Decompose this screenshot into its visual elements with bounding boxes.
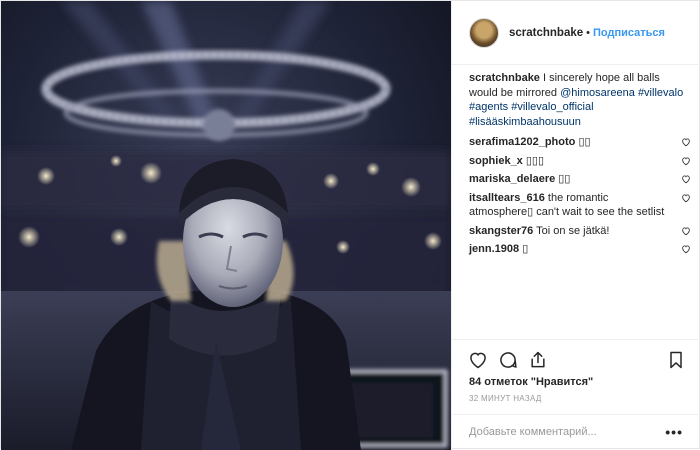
follow-button[interactable]: Подписаться [593, 27, 665, 39]
caption-tag[interactable]: #lisääskimbaahousuun [469, 116, 581, 128]
post-timestamp[interactable]: 32 минут назад [469, 394, 542, 403]
comment-item: jenn.1908 ▯ [469, 242, 691, 257]
comment-text: ▯▯▯ [525, 154, 545, 167]
comment-username[interactable]: serafima1202_photo [469, 136, 575, 148]
post-side-panel: scratchnbake • Подписаться scratchnbake … [451, 1, 700, 450]
caption: scratchnbake I sincerely hope all balls … [469, 71, 691, 129]
action-bar [452, 339, 700, 379]
comment-icon[interactable] [498, 350, 518, 370]
caption-tag[interactable]: #villevalo_official [511, 101, 593, 113]
caption-mention[interactable]: @himosareena [560, 87, 635, 99]
heart-icon[interactable] [681, 137, 691, 147]
comment-text: ▯ [522, 243, 529, 255]
caption-tag[interactable]: #agents [469, 101, 508, 113]
comment-username[interactable]: jenn.1908 [469, 243, 519, 255]
comment-item: mariska_delaere ▯▯ [469, 172, 691, 187]
bookmark-icon[interactable] [666, 350, 686, 370]
heart-icon[interactable] [681, 174, 691, 184]
comment-username[interactable]: itsalltears_616 [469, 192, 545, 204]
comment-item: sophiek_x ▯▯▯ [469, 154, 691, 169]
comment-text: ▯▯ [578, 136, 591, 148]
comments-list: scratchnbake I sincerely hope all balls … [469, 71, 691, 261]
likes-count[interactable]: 84 отметок "Нравится" [469, 376, 593, 388]
photo-illustration [1, 1, 451, 450]
more-options-button[interactable]: ••• [665, 423, 683, 441]
caption-username[interactable]: scratchnbake [469, 72, 540, 84]
comment-item: serafima1202_photo ▯▯ [469, 135, 691, 150]
caption-tag[interactable]: #villevalo [638, 87, 683, 99]
comment-text: ▯▯ [558, 173, 571, 185]
comment-input[interactable] [469, 423, 659, 441]
heart-icon[interactable] [681, 193, 691, 203]
comment-username[interactable]: sophiek_x [469, 155, 523, 167]
comment-username[interactable]: skangster76 [469, 225, 533, 237]
heart-icon[interactable] [681, 226, 691, 236]
comment-item: skangster76 Toi on se jätkä! [469, 224, 691, 239]
heart-icon[interactable] [468, 350, 488, 370]
avatar[interactable] [469, 17, 499, 48]
comment-text: Toi on se jätkä! [536, 224, 610, 237]
post-header: scratchnbake • Подписаться [452, 1, 700, 65]
share-icon[interactable] [528, 350, 548, 370]
post-photo[interactable] [1, 1, 451, 450]
instagram-post: scratchnbake • Подписаться scratchnbake … [0, 0, 700, 450]
heart-icon[interactable] [681, 156, 691, 166]
add-comment-bar: ••• [452, 414, 700, 450]
header-username[interactable]: scratchnbake [509, 27, 583, 39]
comment-username[interactable]: mariska_delaere [469, 173, 555, 185]
heart-icon[interactable] [681, 244, 691, 254]
comment-item: itsalltears_616 the romantic atmosphere▯… [469, 191, 691, 220]
header-separator: • [586, 26, 591, 39]
